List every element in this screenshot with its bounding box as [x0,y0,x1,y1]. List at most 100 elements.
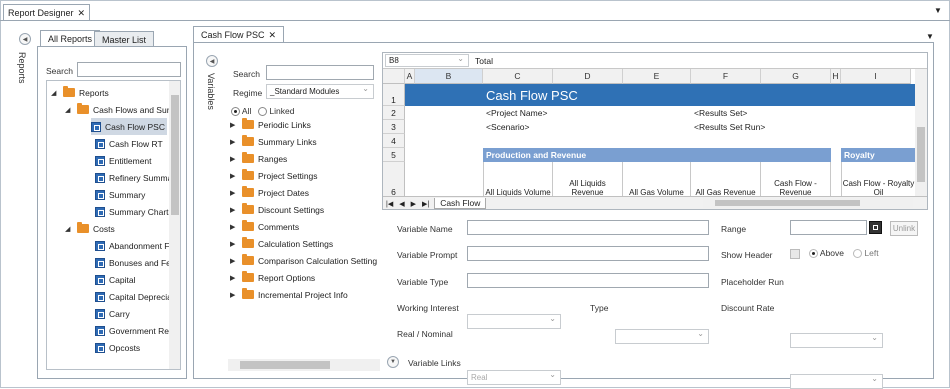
header-above-option[interactable]: Above [809,248,844,259]
variable-group[interactable]: ▶ Ranges [230,150,287,167]
grid-vscrollbar[interactable] [915,69,927,196]
collapsed-icon[interactable]: ▶ [230,155,238,163]
doc-menu-icon[interactable]: ▼ [926,32,934,41]
reports-tree-scrollbar[interactable] [169,81,180,369]
project-name-placeholder[interactable]: <Project Name> [486,108,547,118]
tree-item[interactable]: Cash Flow RT [95,135,163,152]
collapsed-icon[interactable]: ▶ [230,223,238,231]
range-picker-icon[interactable] [869,221,882,234]
row-header[interactable]: 5 [383,148,405,162]
tree-item[interactable]: Carry [95,305,130,322]
tree-item[interactable]: Bonuses and Fe [95,254,171,271]
col-header[interactable]: E [623,69,691,84]
variable-group[interactable]: ▶ Project Dates [230,184,309,201]
tab-report-designer[interactable]: Report Designer ✕ [3,4,91,21]
col-header[interactable]: C [483,69,553,84]
corner-cell[interactable] [383,69,405,84]
filter-all-option[interactable]: All [231,106,251,117]
type-dropdown[interactable] [615,329,709,344]
results-set-run-placeholder[interactable]: <Results Set Run> [694,122,765,132]
tree-node-reports[interactable]: ◢ Reports [51,84,109,101]
scenario-placeholder[interactable]: <Scenario> [486,122,529,132]
close-icon[interactable]: ✕ [269,30,277,41]
variable-group[interactable]: ▶ Discount Settings [230,201,324,218]
data-header-cell[interactable]: Cash Flow - Royalty Oil [841,162,915,198]
variable-group[interactable]: ▶ Periodic Links [230,116,311,133]
show-header-checkbox[interactable] [790,249,800,259]
expanded-icon[interactable]: ◢ [65,225,73,233]
radio-icon[interactable] [258,107,267,117]
tree-item[interactable]: Opcosts [95,339,140,356]
variable-group[interactable]: ▶ Comments [230,218,299,235]
data-header-cell[interactable]: All Liquids Revenue [553,162,623,198]
scroll-thumb[interactable] [171,95,179,215]
variables-rail-label[interactable]: Variables [206,73,216,110]
col-header[interactable]: H [831,69,841,84]
grid-hscrollbar[interactable] [703,198,913,208]
tab-master-list[interactable]: Master List [94,31,155,47]
reports-rail-label[interactable]: Reports [17,52,27,84]
first-sheet-icon[interactable]: |◀ [383,200,396,208]
regime-dropdown[interactable]: _Standard Modules [266,84,374,99]
report-title[interactable]: Cash Flow PSC [486,88,578,103]
collapsed-icon[interactable]: ▶ [230,206,238,214]
tab-all-reports[interactable]: All Reports [40,30,101,47]
range-input[interactable] [790,220,867,235]
collapse-reports-icon[interactable]: ◀ [19,33,31,45]
prev-sheet-icon[interactable]: ◀ [396,200,407,208]
col-header[interactable]: A [405,69,415,84]
placeholder-run-dropdown[interactable] [790,333,883,348]
row-header[interactable]: 4 [383,134,405,148]
variable-name-input[interactable] [467,220,709,235]
working-interest-dropdown[interactable] [467,314,561,329]
tab-cash-flow-psc[interactable]: Cash Flow PSC ✕ [193,26,285,43]
expanded-icon[interactable]: ◢ [65,106,73,114]
real-nominal-dropdown[interactable]: Real [467,370,561,385]
unlink-button[interactable]: Unlink [890,221,918,236]
tree-node-costs[interactable]: ◢ Costs [65,220,115,237]
col-header[interactable]: B [415,69,483,84]
scroll-thumb[interactable] [917,127,925,182]
col-header[interactable]: I [841,69,911,84]
variable-type-input[interactable] [467,273,709,288]
tree-item[interactable]: Summary Charts [95,203,173,220]
window-menu-icon[interactable]: ▼ [934,6,942,15]
data-header-cell[interactable]: All Gas Volume [623,162,691,198]
variables-search-input[interactable] [266,65,374,80]
tree-item[interactable]: Entitlement [95,152,152,169]
tree-item[interactable]: Summary [95,186,145,203]
collapsed-icon[interactable]: ▶ [230,121,238,129]
row-header[interactable]: 3 [383,120,405,134]
tree-item[interactable]: Capital Deprecia [95,288,172,305]
variable-group[interactable]: ▶ Calculation Settings [230,235,333,252]
tree-item[interactable]: Government Re [95,322,169,339]
tree-item[interactable]: Capital [95,271,135,288]
radio-selected-icon[interactable] [231,107,240,117]
collapsed-icon[interactable]: ▶ [230,240,238,248]
cell-reference-box[interactable]: B8 [385,54,469,67]
collapsed-icon[interactable]: ▶ [230,138,238,146]
data-header-cell[interactable]: All Liquids Volume [483,162,553,198]
col-header[interactable]: D [553,69,623,84]
row-header[interactable]: 1 [383,84,405,106]
filter-linked-option[interactable]: Linked [258,106,294,117]
reports-search-input[interactable] [77,62,181,77]
collapsed-icon[interactable]: ▶ [230,189,238,197]
variable-prompt-input[interactable] [467,246,709,261]
row-header[interactable]: 6 [383,162,405,198]
tree-item-cash-flow-psc[interactable]: Cash Flow PSC [91,118,167,135]
col-header[interactable]: F [691,69,761,84]
data-header-cell[interactable]: All Gas Revenue [691,162,761,198]
tree-node-cash-flows[interactable]: ◢ Cash Flows and Sum [65,101,174,118]
formula-text[interactable]: Total [475,56,493,66]
expand-variable-links-icon[interactable]: ▼ [387,356,399,368]
data-header-cell[interactable]: Cash Flow - Revenue [761,162,831,198]
results-set-placeholder[interactable]: <Results Set> [694,108,747,118]
variable-group[interactable]: ▶ Incremental Project Info [230,286,348,303]
row-header[interactable]: 2 [383,106,405,120]
collapsed-icon[interactable]: ▶ [230,291,238,299]
variable-group[interactable]: ▶ Comparison Calculation Setting [230,252,377,269]
expanded-icon[interactable]: ◢ [51,89,59,97]
scroll-thumb[interactable] [240,361,330,369]
collapsed-icon[interactable]: ▶ [230,172,238,180]
